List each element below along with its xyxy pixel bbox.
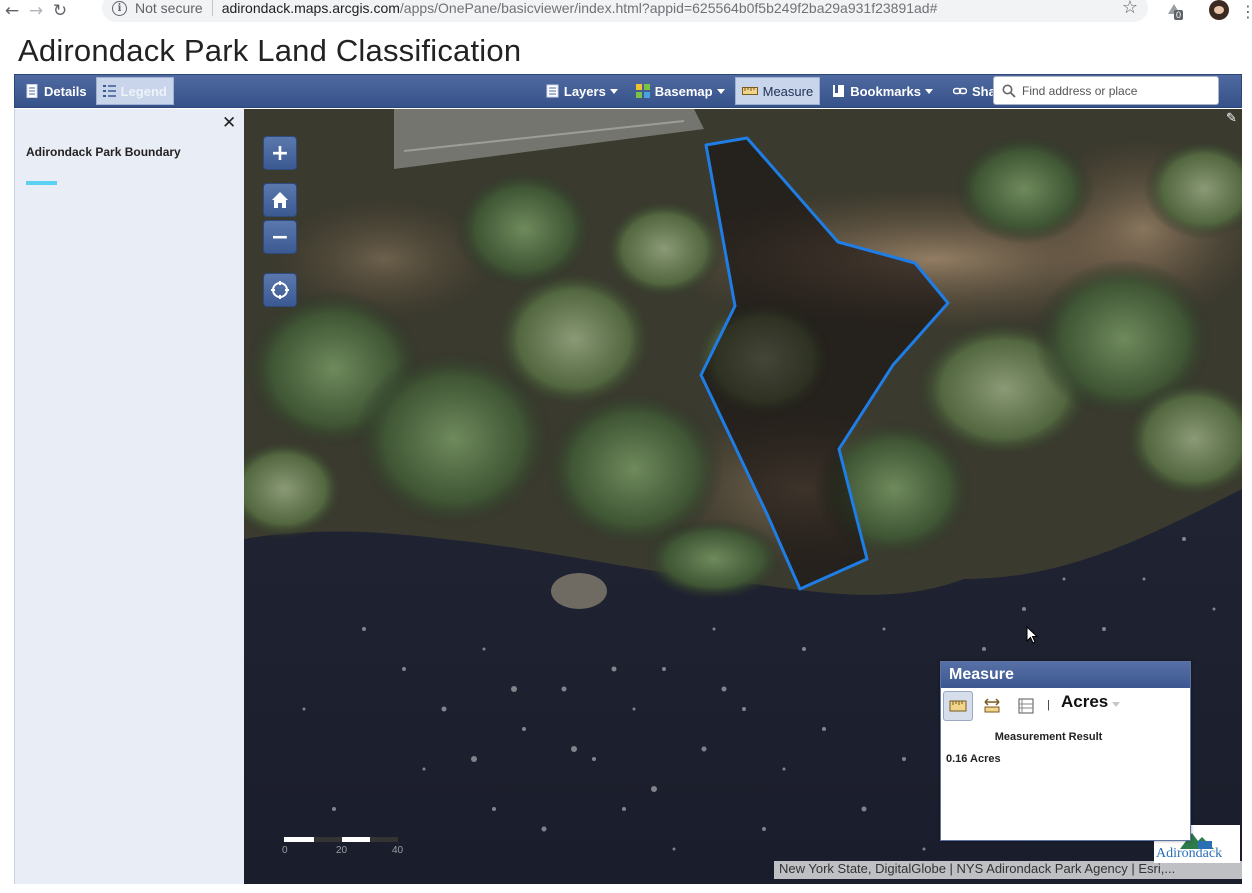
measurement-result-value: 0.16 Acres	[946, 753, 1001, 765]
logo-text: Adirondack	[1156, 846, 1223, 861]
mouse-cursor-icon	[1026, 626, 1038, 644]
bookmark-book-icon	[833, 85, 845, 97]
map-attribution: New York State, DigitalGlobe | NYS Adiro…	[774, 861, 1242, 879]
details-label: Details	[44, 83, 87, 99]
close-icon[interactable]: ✕	[222, 113, 236, 133]
details-button[interactable]: Details	[20, 77, 93, 105]
location-grid-icon	[1018, 698, 1034, 714]
layers-button[interactable]: Layers	[540, 77, 624, 105]
home-icon	[272, 192, 288, 208]
area-ruler-icon	[949, 700, 967, 712]
chevron-down-icon	[925, 88, 933, 94]
basemap-button[interactable]: Basemap	[630, 77, 731, 105]
unit-dropdown[interactable]: Acres	[1061, 692, 1108, 712]
url-path: /apps/OnePane/basicviewer/index.html?app…	[399, 0, 938, 16]
back-icon[interactable]: ←	[0, 1, 24, 21]
page-bottom-margin	[0, 884, 1252, 893]
scale-label-40: 40	[392, 845, 404, 856]
chevron-down-icon[interactable]	[1112, 702, 1120, 707]
legend-panel: ✕ Adirondack Park Boundary	[14, 109, 244, 884]
legend-layer-name: Adirondack Park Boundary	[26, 145, 181, 159]
legend-swatch	[26, 181, 57, 185]
distance-icon	[984, 698, 1000, 713]
info-icon[interactable]: i	[112, 0, 127, 16]
bookmarks-label: Bookmarks	[850, 83, 921, 99]
app-toolbar: Details Legend Layers Basemap Measure Bo…	[14, 74, 1242, 108]
browser-toolbar: ← → ↻ i Not secure adirondack.maps.arcgi…	[0, 0, 1252, 22]
scale-label-0: 0	[282, 845, 288, 856]
scale-label-20: 20	[336, 845, 348, 856]
scale-bar: 0 20 40	[282, 837, 404, 861]
forward-icon[interactable]: →	[24, 1, 48, 21]
scale-bar-segment	[284, 837, 314, 842]
document-icon	[26, 84, 38, 98]
bookmarks-button[interactable]: Bookmarks	[826, 77, 939, 105]
url-divider	[211, 0, 213, 16]
basemap-label: Basemap	[654, 83, 713, 99]
search-input[interactable]	[1022, 83, 1212, 98]
security-label: Not secure	[135, 0, 203, 16]
zoom-out-button[interactable]: −	[263, 220, 297, 254]
basemap-grid-icon	[635, 84, 650, 98]
chevron-down-icon	[609, 88, 618, 94]
profile-avatar[interactable]	[1209, 0, 1229, 20]
page-title: Adirondack Park Land Classification	[18, 33, 522, 68]
scale-bar-segment	[342, 837, 370, 842]
search-icon	[1002, 84, 1016, 98]
measure-button[interactable]: Measure	[734, 77, 821, 105]
extension-badge: 0	[1174, 10, 1184, 20]
ruler-icon	[741, 87, 758, 95]
expand-map-icon[interactable]: ✎	[1226, 111, 1240, 126]
legend-list-icon	[102, 85, 116, 97]
search-box[interactable]	[993, 76, 1219, 105]
link-icon	[953, 87, 967, 95]
unit-separator: |	[1047, 699, 1050, 711]
layers-icon	[546, 84, 559, 98]
measurement-result-title: Measurement Result	[941, 731, 1156, 743]
url-host: adirondack.maps.arcgis.com	[221, 0, 400, 16]
scale-bar-segment	[314, 837, 342, 842]
measure-title: Measure	[941, 662, 1190, 688]
area-tool-button[interactable]	[943, 691, 973, 721]
reload-icon[interactable]: ↻	[48, 1, 72, 21]
layers-label: Layers	[563, 83, 606, 99]
locate-button[interactable]	[263, 273, 297, 307]
bookmark-star-icon[interactable]: ☆	[1122, 0, 1138, 18]
measurement-result-label: Measurement Result	[994, 731, 1103, 743]
measure-label: Measure	[762, 83, 814, 99]
scale-bar-segment	[370, 837, 398, 842]
legend-button[interactable]: Legend	[95, 77, 174, 105]
zoom-in-button[interactable]: +	[263, 136, 297, 170]
browser-menu-icon[interactable]: ⋮	[1240, 2, 1252, 21]
chevron-down-icon	[716, 88, 725, 94]
measure-widget: Measure | Acres Measurement Result 0.16 …	[940, 661, 1191, 841]
locate-icon	[271, 281, 289, 299]
home-button[interactable]	[263, 183, 297, 217]
legend-label: Legend	[120, 83, 167, 99]
address-bar[interactable]: i Not secure adirondack.maps.arcgis.com /…	[102, 0, 1148, 22]
measure-tool-row: | Acres	[941, 689, 1191, 723]
distance-tool-button[interactable]	[977, 691, 1007, 721]
location-tool-button[interactable]	[1011, 691, 1041, 721]
